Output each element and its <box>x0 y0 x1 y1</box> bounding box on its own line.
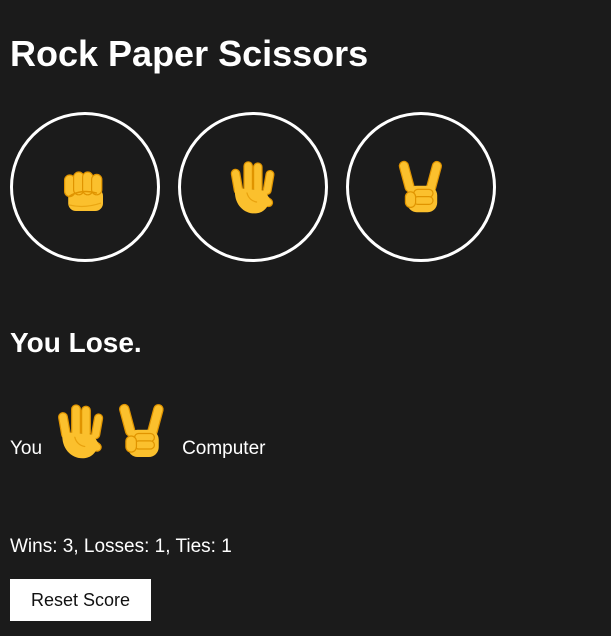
result-text: You Lose. <box>10 327 142 358</box>
score-text: Wins: 3, Losses: 1, Ties: 1 <box>10 536 232 557</box>
choice-buttons <box>10 112 496 262</box>
computer-move-victory-hand-icon <box>118 402 165 458</box>
page-title: Rock Paper Scissors <box>10 33 369 74</box>
scissors-button[interactable] <box>346 112 496 262</box>
moves-display: You Computer <box>10 390 265 462</box>
reset-score-button[interactable]: Reset Score <box>10 579 151 621</box>
rock-button[interactable] <box>10 112 160 262</box>
open-hand-icon <box>223 157 283 217</box>
victory-hand-icon <box>391 157 451 217</box>
computer-label: Computer <box>182 438 266 459</box>
fist-icon <box>55 157 115 217</box>
paper-button[interactable] <box>178 112 328 262</box>
you-label: You <box>10 438 43 459</box>
player-move-open-hand-icon <box>50 400 112 462</box>
